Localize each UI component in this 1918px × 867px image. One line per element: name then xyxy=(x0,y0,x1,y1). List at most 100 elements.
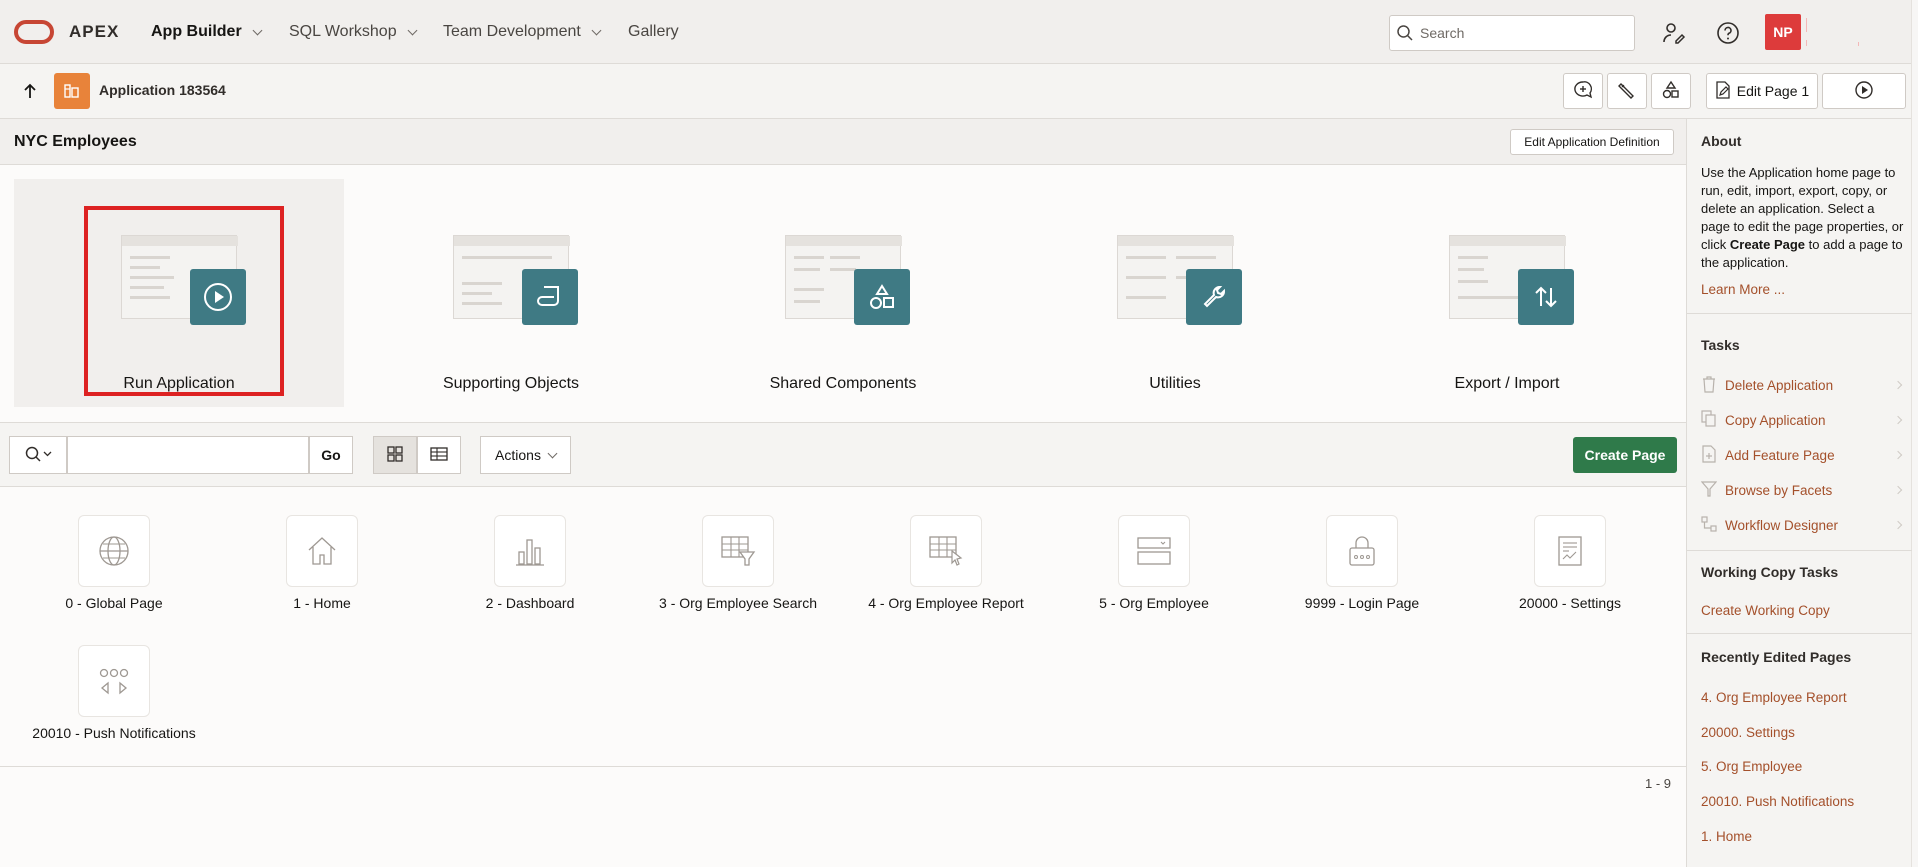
task-label: Workflow Designer xyxy=(1725,517,1839,533)
top-navigation-bar: APEX App Builder SQL Workshop Team Devel… xyxy=(0,0,1918,64)
shapes-icon xyxy=(1661,80,1681,103)
page-tile[interactable]: 20010 - Push Notifications xyxy=(3,617,211,741)
tile-shared-components[interactable]: Shared Components xyxy=(678,179,1008,407)
trash-icon xyxy=(1701,375,1717,396)
page-tile[interactable]: 4 - Org Employee Report xyxy=(835,487,1043,611)
page-tile[interactable]: 20000 - Settings xyxy=(1459,487,1667,611)
workflow-icon xyxy=(1701,515,1717,536)
right-sidebar: About Use the Application home page to r… xyxy=(1686,119,1912,867)
recent-page-link[interactable]: 4. Org Employee Report xyxy=(1701,690,1847,705)
chevron-down-icon xyxy=(407,25,418,35)
actions-menu-button[interactable]: Actions xyxy=(480,436,571,474)
task-workflow-designer[interactable]: Workflow Designer xyxy=(1701,510,1903,540)
recent-page-link[interactable]: 20000. Settings xyxy=(1701,725,1795,740)
application-title: Application 183564 xyxy=(99,82,226,98)
page-title: NYC Employees xyxy=(14,133,137,150)
tile-utilities[interactable]: Utilities xyxy=(1010,179,1340,407)
help-icon[interactable] xyxy=(1713,18,1743,48)
apex-brand[interactable]: APEX xyxy=(69,22,119,42)
up-arrow-icon[interactable] xyxy=(20,81,40,101)
search-options-button[interactable] xyxy=(9,436,67,474)
wrench-tag-icon xyxy=(1617,80,1637,103)
working-copy-heading: Working Copy Tasks xyxy=(1701,564,1839,580)
about-heading: About xyxy=(1701,133,1742,149)
copy-icon xyxy=(1701,409,1717,431)
chevron-right-icon xyxy=(1893,485,1903,495)
grid-icon xyxy=(387,445,403,465)
nav-app-builder[interactable]: App Builder xyxy=(151,23,263,41)
search-icon xyxy=(1390,24,1420,42)
tile-export-import[interactable]: Export / Import xyxy=(1342,179,1672,407)
divider xyxy=(1806,40,1807,46)
go-button[interactable]: Go xyxy=(309,436,353,474)
debug-button[interactable] xyxy=(1607,73,1647,109)
up-down-arrows-icon xyxy=(1518,269,1574,325)
search-input[interactable] xyxy=(1420,25,1620,41)
task-add-feature-page[interactable]: Add Feature Page xyxy=(1701,440,1903,470)
global-search[interactable] xyxy=(1389,15,1635,51)
nav-gallery[interactable]: Gallery xyxy=(628,23,679,41)
tile-label: Utilities xyxy=(1149,375,1201,392)
run-page-button[interactable] xyxy=(1822,73,1906,109)
page-tile[interactable]: 2 - Dashboard xyxy=(419,487,627,611)
recent-page-link[interactable]: 20010. Push Notifications xyxy=(1701,794,1854,809)
page-search-input[interactable] xyxy=(67,436,309,474)
chevron-right-icon xyxy=(1893,450,1903,460)
play-circle-icon xyxy=(1854,80,1874,103)
application-toolbar: Application 183564 Edit Page 1 xyxy=(0,64,1911,119)
administration-icon[interactable] xyxy=(1659,18,1689,48)
edit-page-icon xyxy=(1715,80,1731,102)
create-working-copy-link[interactable]: Create Working Copy xyxy=(1701,603,1830,618)
nav-team-development[interactable]: Team Development xyxy=(443,23,602,41)
page-tile[interactable]: 1 - Home xyxy=(211,487,419,611)
page-tile[interactable]: 9999 - Login Page xyxy=(1251,487,1459,611)
recent-page-link[interactable]: 5. Org Employee xyxy=(1701,759,1802,774)
tile-label: Supporting Objects xyxy=(442,375,580,392)
about-text: Use the Application home page to run, ed… xyxy=(1701,164,1906,272)
nav-gallery-label: Gallery xyxy=(628,23,679,40)
grid-cursor-icon xyxy=(910,515,982,587)
page-label: 20000 - Settings xyxy=(1519,595,1621,611)
scroll-icon xyxy=(522,269,578,325)
nav-app-builder-label: App Builder xyxy=(151,23,242,40)
recent-page-link[interactable]: 1. Home xyxy=(1701,829,1752,844)
application-icon xyxy=(54,73,90,109)
globe-icon xyxy=(78,515,150,587)
task-browse-by-facets[interactable]: Browse by Facets xyxy=(1700,475,1903,505)
lock-icon xyxy=(1326,515,1398,587)
page-tile[interactable]: 0 - Global Page xyxy=(3,487,211,611)
user-avatar[interactable]: NP xyxy=(1765,14,1801,50)
task-label: Copy Application xyxy=(1725,412,1826,428)
shapes-icon xyxy=(854,269,910,325)
edit-page-label: Edit Page 1 xyxy=(1736,83,1810,99)
table-icon xyxy=(430,446,448,464)
icon-view-button[interactable] xyxy=(373,436,417,474)
bar-chart-icon xyxy=(494,515,566,587)
wrench-icon xyxy=(1186,269,1242,325)
edit-application-definition-button[interactable]: Edit Application Definition xyxy=(1510,129,1674,155)
oracle-logo-icon[interactable] xyxy=(14,20,54,44)
task-copy-application[interactable]: Copy Application xyxy=(1701,405,1903,435)
create-page-button[interactable]: Create Page xyxy=(1573,437,1677,473)
push-notification-icon xyxy=(78,645,150,717)
nav-team-development-label: Team Development xyxy=(443,23,581,40)
page-scrollbar[interactable] xyxy=(1911,0,1918,867)
chevron-right-icon xyxy=(1893,380,1903,390)
task-delete-application[interactable]: Delete Application xyxy=(1701,370,1903,400)
edit-page-button[interactable]: Edit Page 1 xyxy=(1706,73,1818,109)
funnel-icon xyxy=(1700,480,1718,501)
report-view-button[interactable] xyxy=(417,436,461,474)
nav-sql-workshop[interactable]: SQL Workshop xyxy=(289,23,418,41)
page-tile[interactable]: 3 - Org Employee Search xyxy=(627,487,835,611)
nav-sql-workshop-label: SQL Workshop xyxy=(289,23,397,40)
learn-more-link[interactable]: Learn More ... xyxy=(1701,282,1785,297)
tile-supporting-objects[interactable]: Supporting Objects xyxy=(346,179,676,407)
home-icon xyxy=(286,515,358,587)
actions-label: Actions xyxy=(495,447,541,463)
search-icon xyxy=(24,445,52,466)
task-label: Add Feature Page xyxy=(1725,447,1835,463)
shared-components-button[interactable] xyxy=(1651,73,1691,109)
page-tile[interactable]: 5 - Org Employee xyxy=(1043,487,1251,611)
add-comment-button[interactable] xyxy=(1563,73,1603,109)
page-label: 20010 - Push Notifications xyxy=(32,725,196,741)
